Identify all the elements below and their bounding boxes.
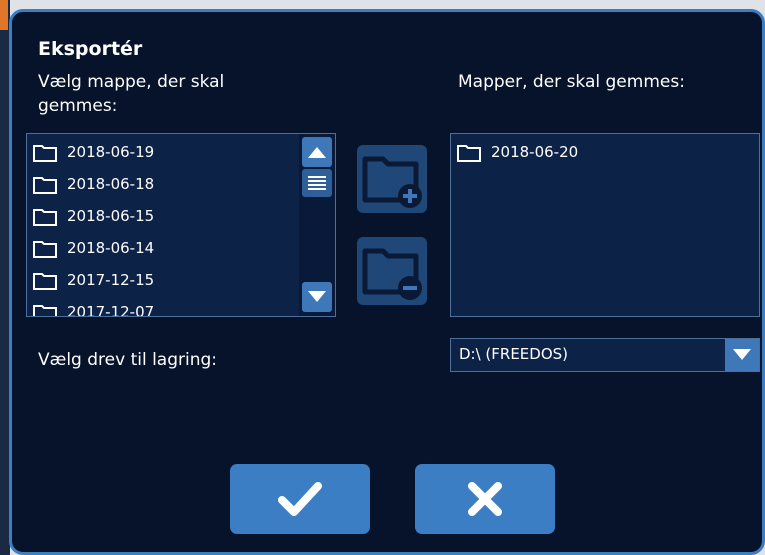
dialog-title: Eksportér: [38, 38, 143, 60]
list-item-label: 2018-06-18: [67, 175, 155, 193]
folder-minus-icon: [362, 248, 422, 300]
list-item[interactable]: 2017-12-15: [33, 267, 154, 293]
list-item[interactable]: 2017-12-07: [33, 299, 155, 317]
drive-select-value: D:\ (FREEDOS): [459, 345, 569, 363]
drive-label: Vælg drev til lagring:: [38, 350, 218, 370]
list-item[interactable]: 2018-06-15: [33, 203, 154, 229]
target-folder-list[interactable]: 2018-06-20: [450, 133, 760, 317]
x-icon: [468, 482, 502, 516]
folder-plus-icon: [362, 156, 422, 208]
list-item[interactable]: 2018-06-18: [33, 171, 154, 197]
drive-select[interactable]: D:\ (FREEDOS): [450, 338, 760, 372]
confirm-button[interactable]: [230, 464, 370, 534]
scroll-thumb[interactable]: [302, 169, 332, 197]
list-item-label: 2018-06-20: [491, 143, 579, 161]
list-item[interactable]: 2018-06-14: [33, 235, 154, 261]
target-label: Mapper, der skal gemmes:: [458, 72, 685, 92]
list-item-label: 2018-06-19: [67, 143, 155, 161]
scroll-down-button[interactable]: [302, 282, 332, 312]
cancel-button[interactable]: [415, 464, 555, 534]
folder-icon: [33, 208, 57, 226]
list-item[interactable]: 2018-06-20: [457, 139, 578, 165]
list-item-label: 2017-12-07: [67, 303, 155, 317]
folder-icon: [33, 176, 57, 194]
folder-icon: [33, 144, 57, 162]
list-item-label: 2018-06-14: [67, 239, 155, 257]
grip-lines-icon: [308, 176, 326, 190]
folder-icon: [457, 144, 481, 162]
export-dialog: Eksportér Vælg mappe, der skal gemmes: M…: [9, 9, 765, 555]
scroll-up-button[interactable]: [302, 137, 332, 167]
list-item-label: 2018-06-15: [67, 207, 155, 225]
triangle-up-icon: [308, 147, 326, 158]
folder-icon: [33, 240, 57, 258]
triangle-down-icon: [308, 291, 326, 302]
list-item-label: 2017-12-15: [67, 271, 155, 289]
add-folder-button[interactable]: [357, 145, 427, 213]
folder-icon: [33, 272, 57, 290]
background-accent: [0, 0, 8, 30]
list-item[interactable]: 2018-06-19: [33, 139, 154, 165]
checkmark-icon: [278, 482, 322, 516]
triangle-down-icon: [733, 349, 751, 360]
folder-icon: [33, 304, 57, 316]
source-folder-list[interactable]: 2018-06-19 2018-06-18 2018-06-15 2018-06…: [26, 133, 336, 317]
source-label: Vælg mappe, der skal gemmes:: [38, 72, 225, 116]
scrollbar[interactable]: [299, 134, 335, 316]
remove-folder-button[interactable]: [357, 237, 427, 305]
drive-dropdown-button[interactable]: [725, 339, 759, 371]
